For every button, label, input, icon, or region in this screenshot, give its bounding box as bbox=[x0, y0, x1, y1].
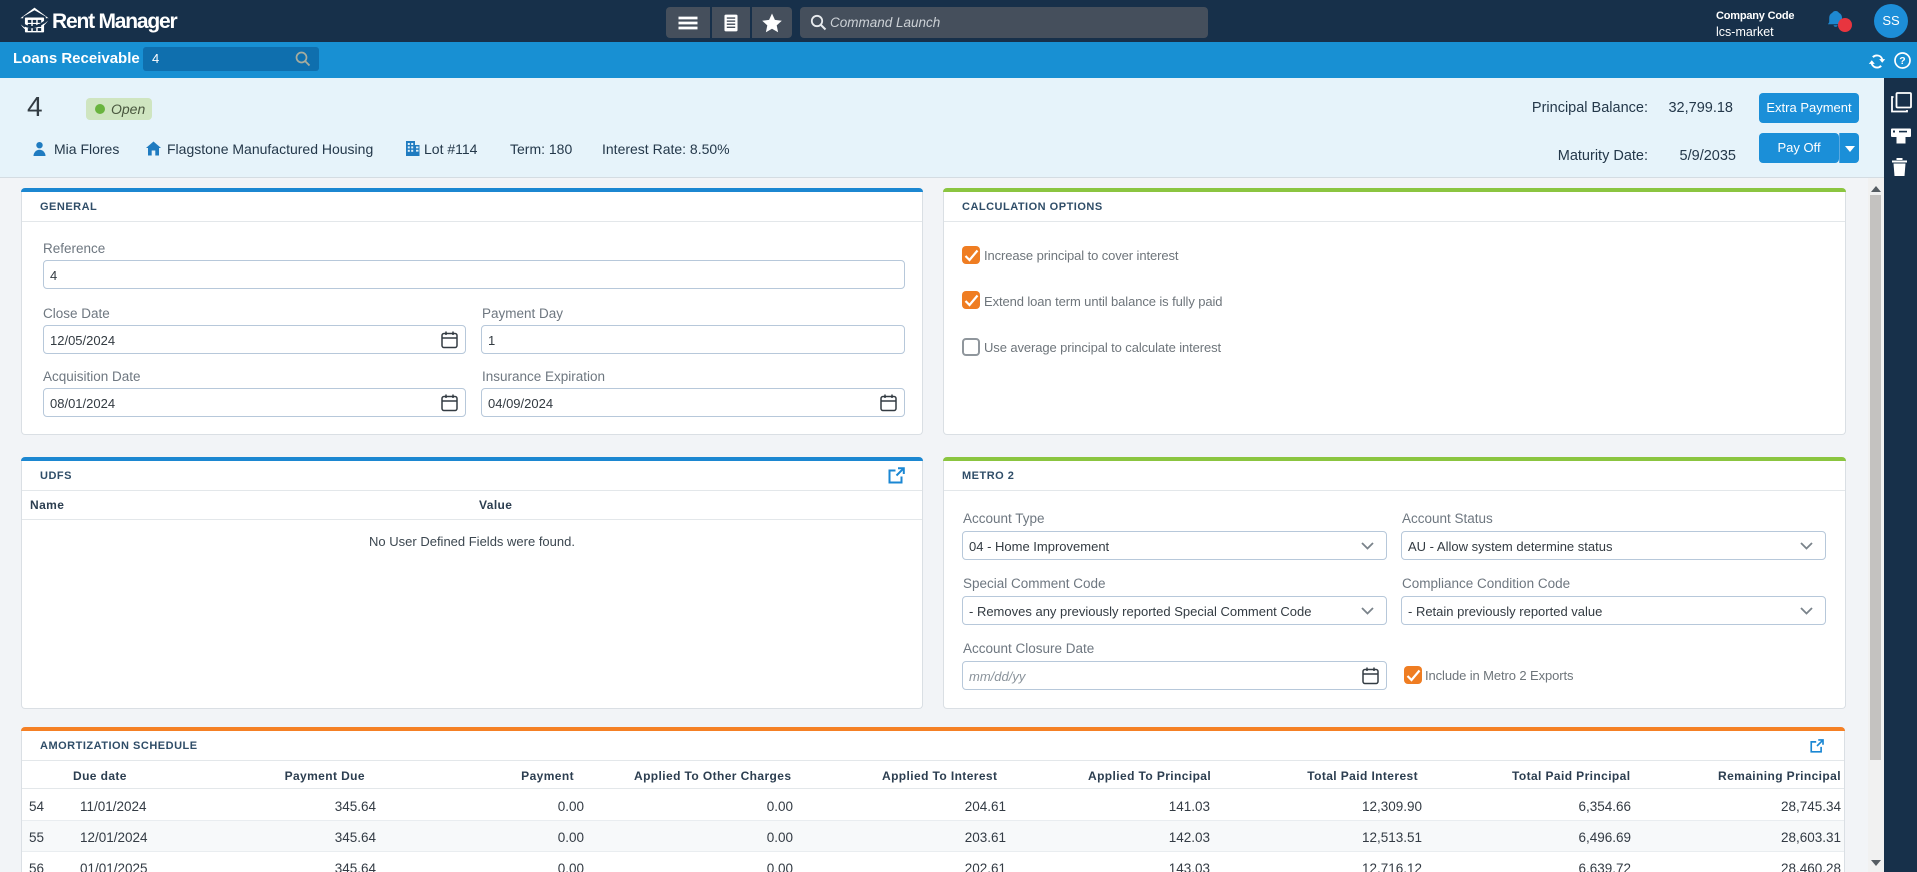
svg-text:?: ? bbox=[1899, 55, 1905, 67]
